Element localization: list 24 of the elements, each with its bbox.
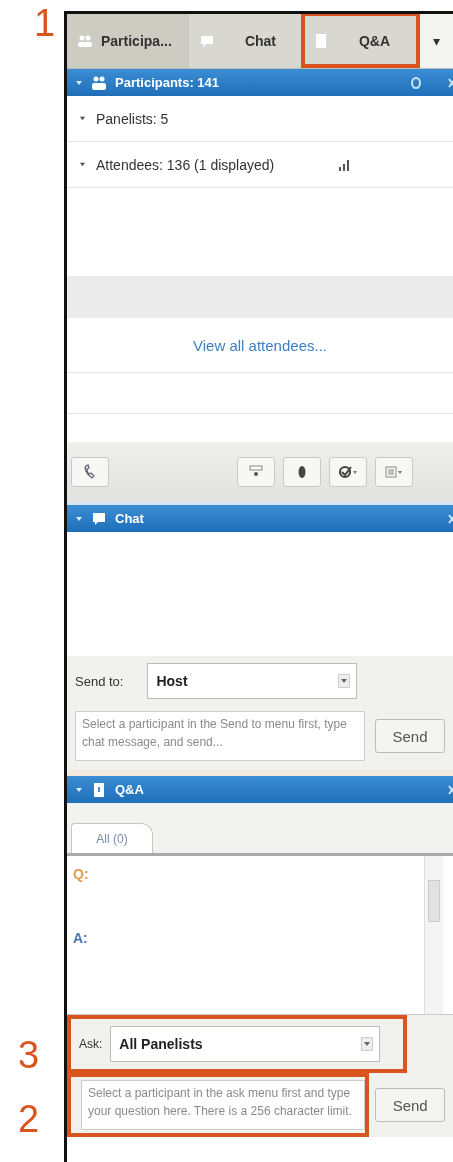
section-title: Participants: 141 xyxy=(115,75,220,90)
section-title: Chat xyxy=(115,511,144,526)
group-label[interactable]: Attendees: 136 (1 displayed) xyxy=(96,156,275,173)
send-button[interactable]: Send xyxy=(375,719,445,753)
panel-tab[interactable]: Participa... xyxy=(67,14,189,68)
tab-menu-button[interactable]: ▾ xyxy=(419,14,453,68)
section-title: Q&A xyxy=(115,782,144,797)
send-button[interactable]: Send xyxy=(375,1088,445,1122)
recipient-dropdown[interactable]: Host xyxy=(147,663,358,699)
filter-tab[interactable]: All (0) xyxy=(71,823,153,853)
view-attendees-link[interactable]: View all attendees... xyxy=(193,336,327,354)
chat-input[interactable]: Select a participant in the Send to menu first, type chat message, and send... xyxy=(75,711,365,761)
callout-number: 3 xyxy=(18,1036,40,1074)
question-input[interactable]: Select a participant in the ask menu first and type your question here. There is a 256 character limit. xyxy=(81,1080,366,1130)
send-to-label: Send to: xyxy=(75,673,124,689)
answer-label: A: xyxy=(73,930,88,946)
callout-number: 1 xyxy=(34,4,56,42)
ask-label: Ask: xyxy=(79,1037,103,1051)
group-label[interactable]: Panelists: 5 xyxy=(96,110,169,127)
question-label: Q: xyxy=(73,866,89,882)
panel-tab[interactable]: Q&A xyxy=(303,14,419,68)
recipient-dropdown[interactable]: All Panelists xyxy=(110,1026,381,1062)
panel-tab[interactable]: Chat xyxy=(189,14,303,68)
callout-number: 2 xyxy=(18,1100,40,1138)
